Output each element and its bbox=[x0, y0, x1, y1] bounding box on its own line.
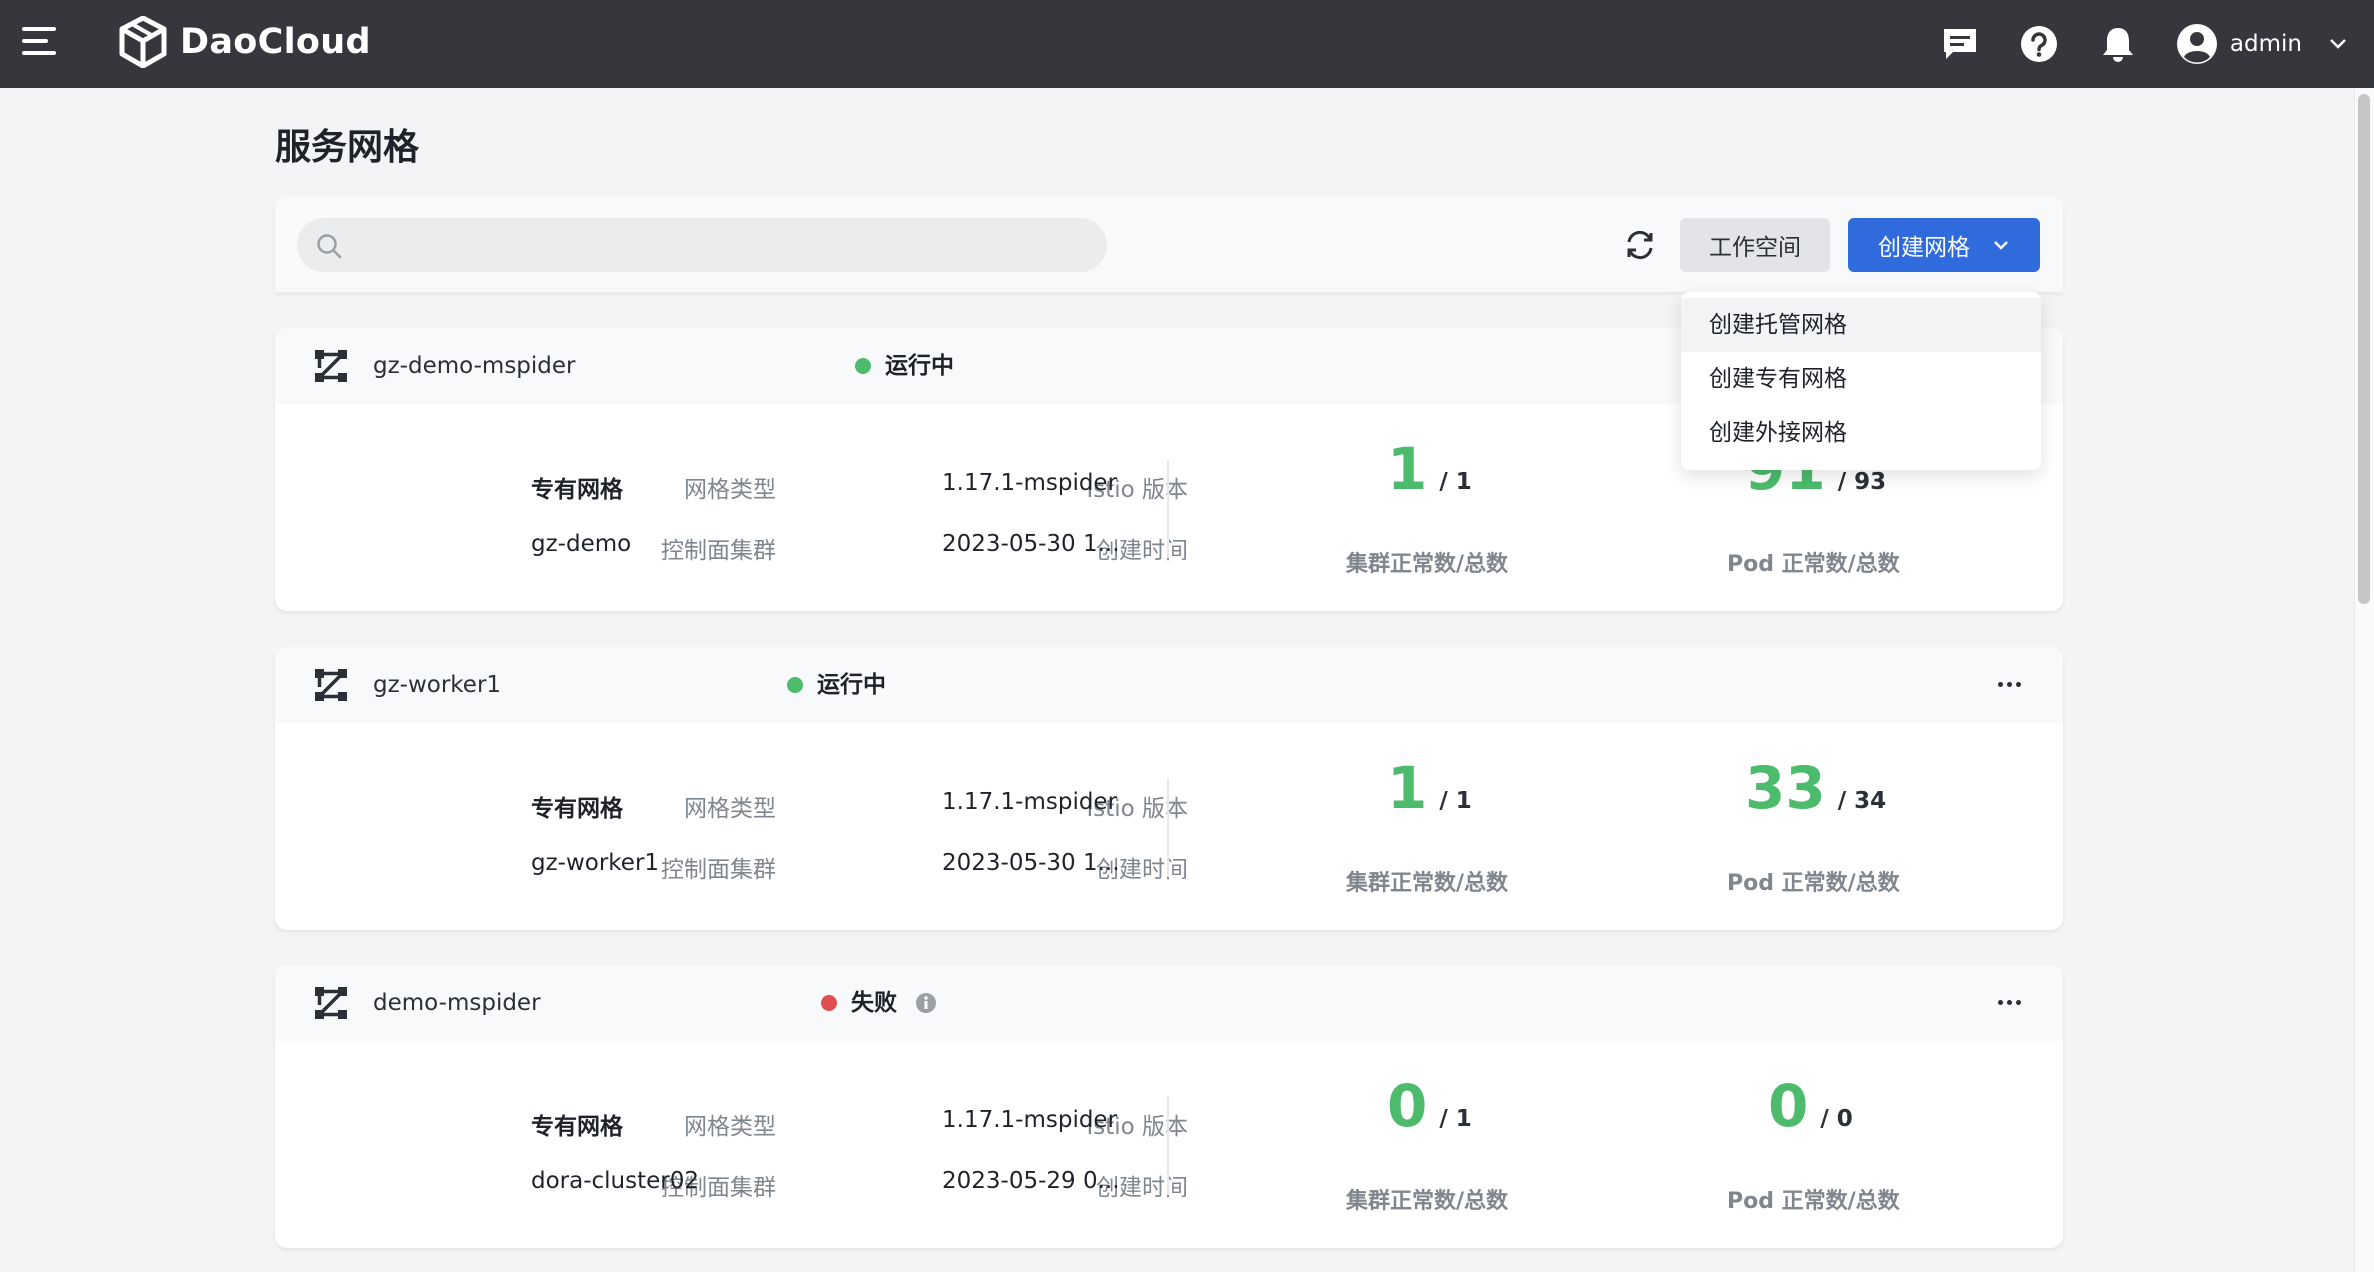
mesh-icon bbox=[313, 348, 349, 384]
mesh-icon bbox=[313, 667, 349, 703]
istio-version-value: 1.17.1-mspider bbox=[942, 470, 1118, 496]
top-nav-bar: DaoCloud admin bbox=[0, 0, 2374, 88]
pod-stat-caption: Pod 正常数/总数 bbox=[1727, 1189, 1900, 1214]
refresh-icon bbox=[1627, 230, 1653, 260]
istio-version-value: 1.17.1-mspider bbox=[942, 1107, 1118, 1133]
card-divider bbox=[1167, 779, 1169, 877]
control-cluster-label: 控制面集群 bbox=[661, 538, 776, 564]
create-mesh-label: 创建网格 bbox=[1878, 235, 1970, 261]
pod-stat-caption: Pod 正常数/总数 bbox=[1727, 871, 1900, 896]
avatar-icon bbox=[2176, 24, 2217, 64]
user-name: admin bbox=[2229, 31, 2302, 57]
menu-item-create-hosted-mesh[interactable]: 创建托管网格 bbox=[1681, 298, 2041, 352]
status-dot bbox=[855, 358, 871, 374]
user-menu[interactable]: admin bbox=[2176, 23, 2348, 65]
chevron-down-icon bbox=[2330, 39, 2346, 49]
mesh-name[interactable]: demo-mspider bbox=[373, 965, 541, 1041]
mesh-icon bbox=[313, 985, 349, 1021]
mesh-name[interactable]: gz-worker1 bbox=[373, 647, 501, 723]
control-cluster-value: gz-worker1 bbox=[531, 850, 660, 876]
created-time-value: 2023-05-29 0... bbox=[942, 1168, 1120, 1194]
logo[interactable]: DaoCloud bbox=[118, 16, 371, 68]
status-badge: 运行中 bbox=[855, 328, 954, 404]
created-time-value: 2023-05-30 1... bbox=[942, 850, 1120, 876]
cluster-total-count: / 1 bbox=[1439, 788, 1472, 814]
toolbar: 工作空间 创建网格 bbox=[275, 196, 2063, 292]
status-badge: 失败 bbox=[821, 965, 937, 1041]
cluster-stat: 0 / 1 bbox=[1387, 1077, 1472, 1135]
status-dot bbox=[821, 995, 837, 1011]
chevron-down-icon bbox=[1994, 241, 2008, 250]
cluster-total-count: / 1 bbox=[1439, 1106, 1472, 1132]
mesh-type-value: 专有网格 bbox=[531, 1114, 623, 1140]
control-cluster-value: dora-cluster02 bbox=[531, 1168, 700, 1194]
mesh-card[interactable]: gz-worker1 运行中 网格类型 专有网格 控制面集群 gz-worker… bbox=[275, 647, 2063, 930]
mesh-type-label: 网格类型 bbox=[684, 477, 776, 503]
cluster-stat-caption: 集群正常数/总数 bbox=[1346, 1189, 1509, 1214]
logo-text: DaoCloud bbox=[180, 22, 371, 62]
menu-item-create-external-mesh[interactable]: 创建外接网格 bbox=[1681, 406, 2041, 460]
bell-icon[interactable] bbox=[2097, 23, 2139, 65]
status-text: 运行中 bbox=[885, 353, 954, 379]
create-mesh-button[interactable]: 创建网格 bbox=[1848, 218, 2040, 272]
more-actions-button[interactable] bbox=[1991, 987, 2027, 1017]
status-badge: 运行中 bbox=[787, 647, 886, 723]
mesh-card[interactable]: demo-mspider 失败 网格类型 专有网格 控制面集群 dora-clu… bbox=[275, 965, 2063, 1248]
mesh-type-label: 网格类型 bbox=[684, 796, 776, 822]
control-cluster-value: gz-demo bbox=[531, 531, 632, 557]
cluster-stat: 1 / 1 bbox=[1387, 759, 1472, 817]
mesh-card-header: demo-mspider 失败 bbox=[275, 965, 2063, 1041]
status-text: 失败 bbox=[851, 990, 897, 1016]
pod-ok-count: 0 bbox=[1768, 1072, 1809, 1140]
mesh-type-value: 专有网格 bbox=[531, 796, 623, 822]
refresh-button[interactable] bbox=[1615, 220, 1665, 270]
pod-total-count: / 34 bbox=[1837, 788, 1887, 814]
mesh-name[interactable]: gz-demo-mspider bbox=[373, 328, 576, 404]
control-cluster-label: 控制面集群 bbox=[661, 857, 776, 883]
pod-ok-count: 33 bbox=[1745, 754, 1826, 822]
menu-icon[interactable] bbox=[22, 27, 58, 61]
cluster-stat-caption: 集群正常数/总数 bbox=[1346, 871, 1509, 896]
status-dot bbox=[787, 677, 803, 693]
mesh-type-label: 网格类型 bbox=[684, 1114, 776, 1140]
message-icon[interactable] bbox=[1939, 23, 1981, 65]
istio-version-value: 1.17.1-mspider bbox=[942, 789, 1118, 815]
cluster-ok-count: 0 bbox=[1387, 1072, 1428, 1140]
scrollbar-thumb[interactable] bbox=[2358, 94, 2370, 604]
pod-stat-caption: Pod 正常数/总数 bbox=[1727, 552, 1900, 577]
cluster-stat-caption: 集群正常数/总数 bbox=[1346, 552, 1509, 577]
page-title: 服务网格 bbox=[275, 127, 420, 168]
workspace-button[interactable]: 工作空间 bbox=[1680, 218, 1830, 272]
card-divider bbox=[1167, 1097, 1169, 1195]
status-text: 运行中 bbox=[817, 672, 886, 698]
cluster-ok-count: 1 bbox=[1387, 435, 1428, 503]
pod-total-count: / 0 bbox=[1820, 1106, 1853, 1132]
pod-stat: 33 / 34 bbox=[1745, 759, 1886, 817]
search-input[interactable] bbox=[297, 218, 1107, 272]
search-icon bbox=[317, 234, 342, 259]
mesh-type-value: 专有网格 bbox=[531, 477, 623, 503]
help-icon[interactable] bbox=[2018, 23, 2060, 65]
menu-item-create-dedicated-mesh[interactable]: 创建专有网格 bbox=[1681, 352, 2041, 406]
cluster-total-count: / 1 bbox=[1439, 469, 1472, 495]
pod-total-count: / 93 bbox=[1837, 469, 1887, 495]
more-actions-button[interactable] bbox=[1991, 669, 2027, 699]
info-icon[interactable] bbox=[915, 992, 937, 1014]
daocloud-logo-icon bbox=[119, 16, 167, 68]
cluster-stat: 1 / 1 bbox=[1387, 440, 1472, 498]
pod-stat: 0 / 0 bbox=[1768, 1077, 1853, 1135]
create-mesh-dropdown: 创建托管网格 创建专有网格 创建外接网格 bbox=[1681, 292, 2041, 470]
cluster-ok-count: 1 bbox=[1387, 754, 1428, 822]
created-time-value: 2023-05-30 1... bbox=[942, 531, 1120, 557]
mesh-card-header: gz-worker1 运行中 bbox=[275, 647, 2063, 723]
card-divider bbox=[1167, 460, 1169, 558]
